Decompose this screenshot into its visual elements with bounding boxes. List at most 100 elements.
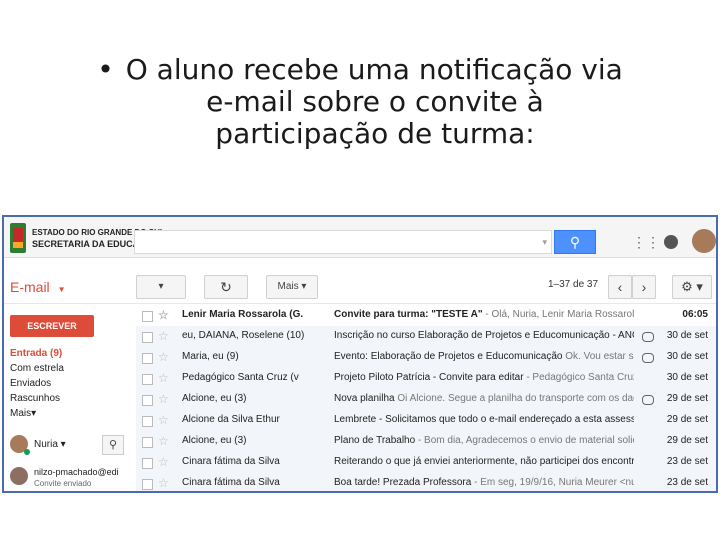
subject-text: Evento: Elaboração de Projetos e Educomu…: [334, 351, 563, 362]
sidebar-item-starred[interactable]: Com estrela: [10, 362, 64, 375]
table-row[interactable]: ☆ Pedagógico Santa Cruz (v Projeto Pilot…: [136, 368, 716, 390]
table-row[interactable]: ☆ Maria, eu (9) Evento: Elaboração de Pr…: [136, 347, 716, 369]
row-checkbox[interactable]: [142, 458, 153, 469]
table-row[interactable]: ☆ Cinara fátima da Silva Boa tarde! Prez…: [136, 473, 716, 491]
table-row[interactable]: ☆ eu, DAIANA, Roselene (10) Inscrição no…: [136, 326, 716, 348]
row-checkbox[interactable]: [142, 311, 153, 322]
sidebar-item-more[interactable]: Mais▾: [10, 407, 36, 420]
star-icon[interactable]: ☆: [158, 413, 169, 427]
subject-text: Convite para turma: "TESTE A": [334, 309, 483, 320]
chat-user-label: Nuria: [34, 439, 58, 450]
sidebar-item-drafts[interactable]: Rascunhos: [10, 392, 60, 405]
subject-text: Projeto Piloto Patrícia - Convite para e…: [334, 372, 524, 383]
message-date: 30 de set: [666, 372, 708, 383]
search-options-caret-icon[interactable]: ▾: [542, 237, 547, 248]
row-checkbox[interactable]: [142, 437, 153, 448]
message-subject: Nova planilha Oi Alcione. Segue a planil…: [334, 393, 634, 404]
more-label: Mais: [277, 281, 299, 292]
online-status-icon: [24, 449, 30, 455]
chat-self[interactable]: Nuria ▾ ⚲: [10, 435, 130, 459]
row-checkbox[interactable]: [142, 332, 153, 343]
message-sender: Lenir Maria Rossarola (G.: [182, 309, 304, 320]
snippet-text: - Pedagógico Santa Cruz c: [523, 372, 634, 383]
row-checkbox[interactable]: [142, 479, 153, 490]
account-avatar[interactable]: [692, 229, 716, 253]
avatar: [10, 467, 28, 485]
message-sender: Cinara fátima da Silva: [182, 456, 280, 467]
chat-contact[interactable]: nilzo-pmachado@edi Convite enviado: [10, 465, 132, 491]
apps-grid-icon[interactable]: ⋮⋮: [632, 235, 660, 249]
message-date: 30 de set: [666, 351, 708, 362]
message-sender: Alcione, eu (3): [182, 435, 247, 446]
email-app-label[interactable]: E-mail ▼: [10, 279, 66, 295]
sidebar-item-sent[interactable]: Enviados: [10, 377, 51, 390]
table-row[interactable]: ☆ Alcione, eu (3) Plano de Trabalho - Bo…: [136, 431, 716, 453]
attachment-icon: [642, 332, 654, 342]
select-checkbox-button[interactable]: ▾: [136, 275, 186, 299]
message-subject: Convite para turma: "TESTE A" - Olá, Nur…: [334, 309, 634, 320]
sidebar-item-inbox[interactable]: Entrada (9): [10, 347, 62, 360]
table-row[interactable]: ☆ Cinara fátima da Silva Reiterando o qu…: [136, 452, 716, 474]
search-input[interactable]: ▾: [134, 230, 552, 254]
table-row[interactable]: ☆ Alcione da Silva Ethur Lembrete - Soli…: [136, 410, 716, 432]
star-icon[interactable]: ☆: [158, 350, 169, 364]
star-icon[interactable]: ☆: [158, 434, 169, 448]
chevron-down-icon: ▾: [158, 281, 164, 292]
message-subject: Boa tarde! Prezada Professora - Em seg, …: [334, 477, 634, 488]
table-row[interactable]: ☆ Lenir Maria Rossarola (G. Convite para…: [136, 305, 716, 327]
message-sender: Cinara fátima da Silva: [182, 477, 280, 488]
message-subject: Projeto Piloto Patrícia - Convite para e…: [334, 372, 634, 383]
bell-icon[interactable]: [664, 235, 678, 249]
subject-text: Plano de Trabalho: [334, 435, 416, 446]
subject-text: Boa tarde! Prezada Professora: [334, 477, 472, 488]
message-sender: eu, DAIANA, Roselene (10): [182, 330, 305, 341]
slide-line-3: participação de turma:: [215, 117, 535, 150]
top-bar: ESTADO DO RIO GRANDE DO SUL SECRETARIA D…: [4, 217, 716, 258]
snippet-text: Ok. Vou estar segu: [565, 351, 634, 362]
message-sender: Pedagógico Santa Cruz (v: [182, 372, 299, 383]
star-icon[interactable]: ☆: [158, 308, 169, 322]
chat-user-name: Nuria ▾: [34, 439, 66, 450]
subject-text: Inscrição no curso Elaboração de Projeto…: [334, 330, 634, 341]
chat-search-button[interactable]: ⚲: [102, 435, 124, 455]
table-row[interactable]: ☆ Alcione, eu (3) Nova planilha Oi Alcio…: [136, 389, 716, 411]
star-icon[interactable]: ☆: [158, 476, 169, 490]
row-checkbox[interactable]: [142, 374, 153, 385]
message-date: 23 de set: [666, 456, 708, 467]
crest-icon: [10, 223, 26, 253]
search-button[interactable]: ⚲: [554, 230, 596, 254]
message-sender: Maria, eu (9): [182, 351, 239, 362]
message-date: 29 de set: [666, 414, 708, 425]
compose-button[interactable]: ESCREVER: [10, 315, 94, 337]
next-page-button[interactable]: ›: [632, 275, 656, 299]
star-icon[interactable]: ☆: [158, 371, 169, 385]
message-subject: Evento: Elaboração de Projetos e Educomu…: [334, 351, 634, 362]
email-label-text: E-mail: [10, 279, 50, 295]
org-logo[interactable]: ESTADO DO RIO GRANDE DO SUL SECRETARIA D…: [10, 223, 165, 253]
more-button[interactable]: Mais ▾: [266, 275, 318, 299]
search-icon: ⚲: [108, 439, 118, 451]
refresh-icon: ↻: [220, 279, 232, 295]
chevron-down-icon: ▾: [31, 408, 37, 419]
subject-text: Nova planilha: [334, 393, 395, 404]
chat-contact-status: Convite enviado: [34, 479, 92, 488]
gear-icon: ⚙: [681, 279, 693, 294]
message-sender: Alcione, eu (3): [182, 393, 247, 404]
star-icon[interactable]: ☆: [158, 455, 169, 469]
message-date: 29 de set: [666, 393, 708, 404]
star-icon[interactable]: ☆: [158, 392, 169, 406]
chevron-down-icon: ▼: [57, 285, 66, 294]
settings-button[interactable]: ⚙ ▾: [672, 275, 712, 299]
previous-page-button[interactable]: ‹: [608, 275, 632, 299]
row-checkbox[interactable]: [142, 353, 153, 364]
message-subject: Inscrição no curso Elaboração de Projeto…: [334, 330, 634, 341]
snippet-text: - Bom dia, Agradecemos o envio de materi…: [415, 435, 634, 446]
star-icon[interactable]: ☆: [158, 329, 169, 343]
message-date: 29 de set: [666, 435, 708, 446]
row-checkbox[interactable]: [142, 395, 153, 406]
refresh-button[interactable]: ↻: [204, 275, 248, 299]
row-checkbox[interactable]: [142, 416, 153, 427]
message-subject: Plano de Trabalho - Bom dia, Agradecemos…: [334, 435, 634, 446]
attachment-icon: [642, 395, 654, 405]
slide-bullet-text: • O aluno recebe uma notificação via e-ma…: [0, 54, 720, 150]
